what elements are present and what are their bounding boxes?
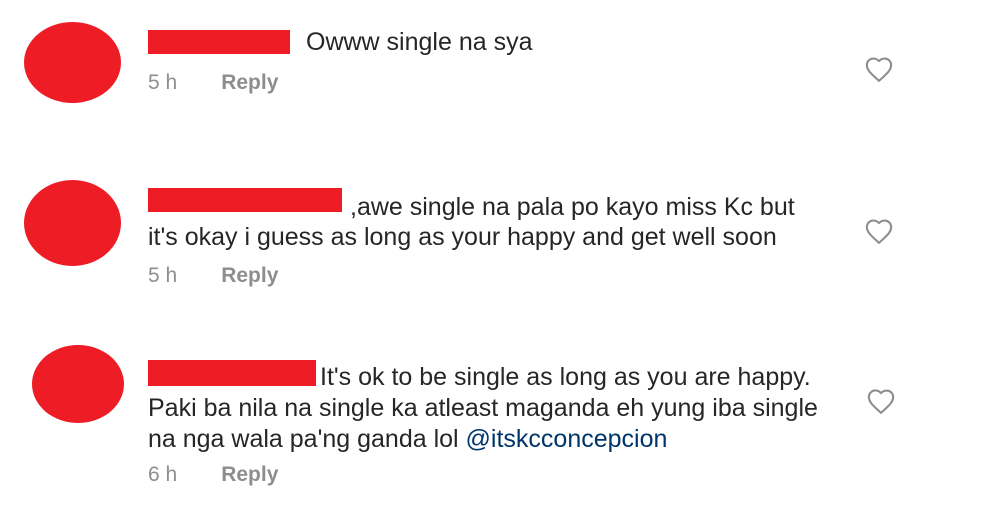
redacted-username[interactable] — [148, 30, 290, 54]
avatar[interactable] — [32, 345, 124, 423]
avatar[interactable] — [24, 180, 121, 266]
comment-text-line: na nga wala pa'ng ganda lol @itskcconcep… — [148, 424, 667, 455]
reply-button[interactable]: Reply — [221, 71, 278, 94]
comment-text-line: Paki ba nila na single ka atleast magand… — [148, 394, 818, 422]
reply-button[interactable]: Reply — [221, 463, 278, 486]
mention-link[interactable]: @itskcconcepcion — [466, 425, 668, 453]
heart-outline-icon[interactable] — [864, 217, 894, 245]
redacted-username[interactable] — [148, 188, 342, 212]
comment-text: It's ok to be single as long as you are … — [320, 363, 811, 391]
redacted-username[interactable] — [148, 360, 316, 386]
comment-meta: 5 h Reply — [148, 71, 278, 95]
heart-outline-icon[interactable] — [866, 387, 896, 415]
comment-meta: 6 h Reply — [148, 463, 278, 487]
comment-text-fragment: na nga wala pa'ng ganda lol — [148, 425, 459, 453]
timestamp: 5 h — [148, 264, 178, 287]
timestamp: 5 h — [148, 71, 178, 94]
avatar[interactable] — [24, 22, 121, 103]
comment-text: Owww single na sya — [306, 28, 533, 56]
comment-meta: 5 h Reply — [148, 264, 278, 288]
comment-text-line: it's okay i guess as long as your happy … — [148, 223, 777, 251]
heart-outline-icon[interactable] — [864, 55, 894, 83]
reply-button[interactable]: Reply — [221, 264, 278, 287]
timestamp: 6 h — [148, 463, 178, 486]
comment-text: ,awe single na pala po kayo miss Kc but — [350, 193, 795, 221]
